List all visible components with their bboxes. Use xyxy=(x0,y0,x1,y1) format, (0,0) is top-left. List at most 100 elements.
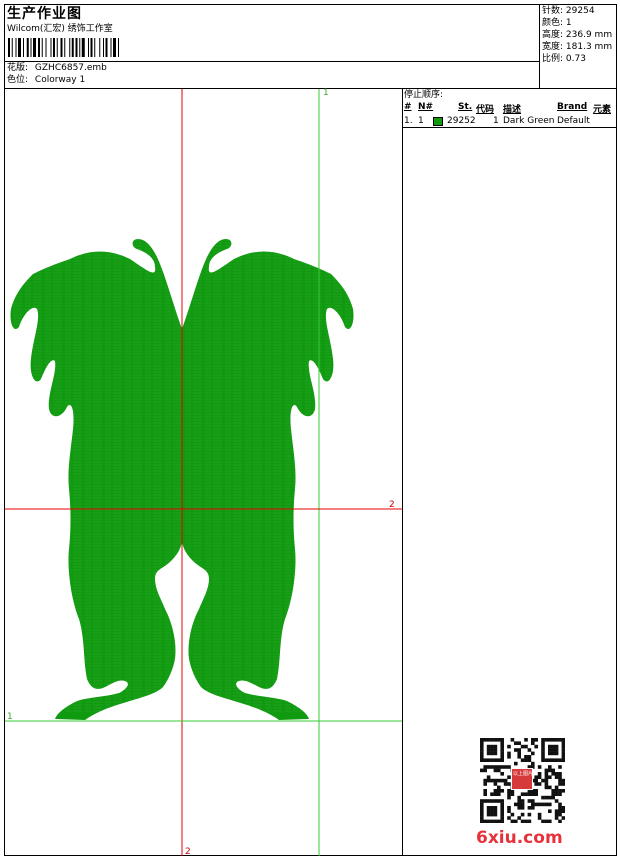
qr-module xyxy=(554,738,559,742)
qr-module xyxy=(486,812,491,817)
barcode-bar xyxy=(11,38,13,57)
row-stitches: 29252 xyxy=(447,116,476,126)
qr-module xyxy=(537,802,542,807)
qr-module xyxy=(497,799,501,803)
qr-module xyxy=(517,755,521,759)
qr-module xyxy=(541,738,545,742)
qr-module xyxy=(531,802,535,807)
qr-module xyxy=(541,751,545,756)
qr-module xyxy=(480,816,484,820)
qr-module xyxy=(551,748,555,752)
qr-module xyxy=(551,744,555,749)
qr-module xyxy=(527,755,532,759)
qr-module xyxy=(554,809,559,813)
qr-module xyxy=(558,819,562,824)
qr-module xyxy=(503,765,508,769)
barcode-bar xyxy=(33,38,36,57)
qr-module xyxy=(534,778,538,783)
qr-module xyxy=(561,751,566,756)
qr-module xyxy=(548,758,552,762)
qr-module xyxy=(527,758,532,762)
qr-module xyxy=(520,802,525,807)
watermark: 6xiu.com xyxy=(476,828,563,848)
qr-module xyxy=(493,768,498,773)
qr-module xyxy=(548,748,552,752)
barcode-bar xyxy=(69,38,71,57)
qr-module xyxy=(493,806,498,810)
qr-module xyxy=(490,806,494,810)
qr-module xyxy=(500,751,504,756)
qr-module xyxy=(558,765,562,769)
qr-module xyxy=(561,738,566,742)
qr-module xyxy=(558,789,562,793)
qr-module xyxy=(493,819,498,824)
barcode-bar xyxy=(30,38,32,57)
qr-module xyxy=(483,738,487,742)
row-index: 1. xyxy=(404,116,413,126)
qr-module xyxy=(483,778,487,783)
qr-module xyxy=(548,795,552,800)
qr-module xyxy=(486,751,491,756)
barcode-bar xyxy=(50,38,52,57)
qr-module xyxy=(551,792,555,796)
qr-module xyxy=(480,806,484,810)
seal-text: 以上图片 xyxy=(512,771,533,777)
qr-module xyxy=(561,755,566,759)
qr-module xyxy=(493,782,498,786)
barcode-bar xyxy=(45,38,47,57)
qr-module xyxy=(483,799,487,803)
qr-module xyxy=(520,744,525,749)
design-panel-divider xyxy=(402,88,403,856)
qr-module xyxy=(544,785,549,790)
qr-module xyxy=(548,768,552,773)
qr-module xyxy=(507,816,511,820)
qr-module xyxy=(493,751,498,756)
qr-module xyxy=(548,751,552,756)
qr-module xyxy=(520,799,525,803)
qr-module xyxy=(497,785,501,790)
qr-module xyxy=(490,765,494,769)
qr-module xyxy=(483,768,487,773)
qr-module xyxy=(507,795,511,800)
qr-module xyxy=(527,799,532,803)
qr-module xyxy=(490,744,494,749)
red-seal: 以上图片 xyxy=(511,768,533,790)
qr-module xyxy=(527,748,532,752)
qr-code: 以上图片 xyxy=(480,738,566,824)
qr-module xyxy=(561,806,566,810)
qr-module xyxy=(541,778,545,783)
qr-module xyxy=(493,809,498,813)
qr-module xyxy=(534,782,538,786)
qr-module xyxy=(483,758,487,762)
qr-module xyxy=(480,802,484,807)
qr-module xyxy=(514,761,518,766)
qr-module xyxy=(544,775,549,779)
qr-module xyxy=(510,819,515,824)
barcode-bar xyxy=(60,38,63,57)
qr-module xyxy=(517,751,521,756)
barcode-bar xyxy=(103,38,104,57)
qr-module xyxy=(497,758,501,762)
qr-module xyxy=(541,795,545,800)
header-divider-upper xyxy=(4,61,539,62)
qr-module xyxy=(544,819,549,824)
qr-module xyxy=(480,799,484,803)
qr-module xyxy=(524,738,528,742)
qr-module xyxy=(537,782,542,786)
qr-module xyxy=(500,806,504,810)
qr-module xyxy=(500,778,504,783)
barcode-bar xyxy=(105,38,108,57)
qr-module xyxy=(537,765,542,769)
qr-module xyxy=(507,751,511,756)
design-label: 花版: xyxy=(7,63,29,73)
qr-module xyxy=(490,799,494,803)
qr-module xyxy=(500,802,504,807)
qr-module xyxy=(558,809,562,813)
qr-module xyxy=(531,741,535,745)
qr-module xyxy=(541,748,545,752)
qr-module xyxy=(558,782,562,786)
qr-module xyxy=(537,812,542,817)
stop-sequence-heading: 停止顺序: xyxy=(404,90,444,100)
qr-module xyxy=(548,785,552,790)
qr-module xyxy=(480,738,484,742)
